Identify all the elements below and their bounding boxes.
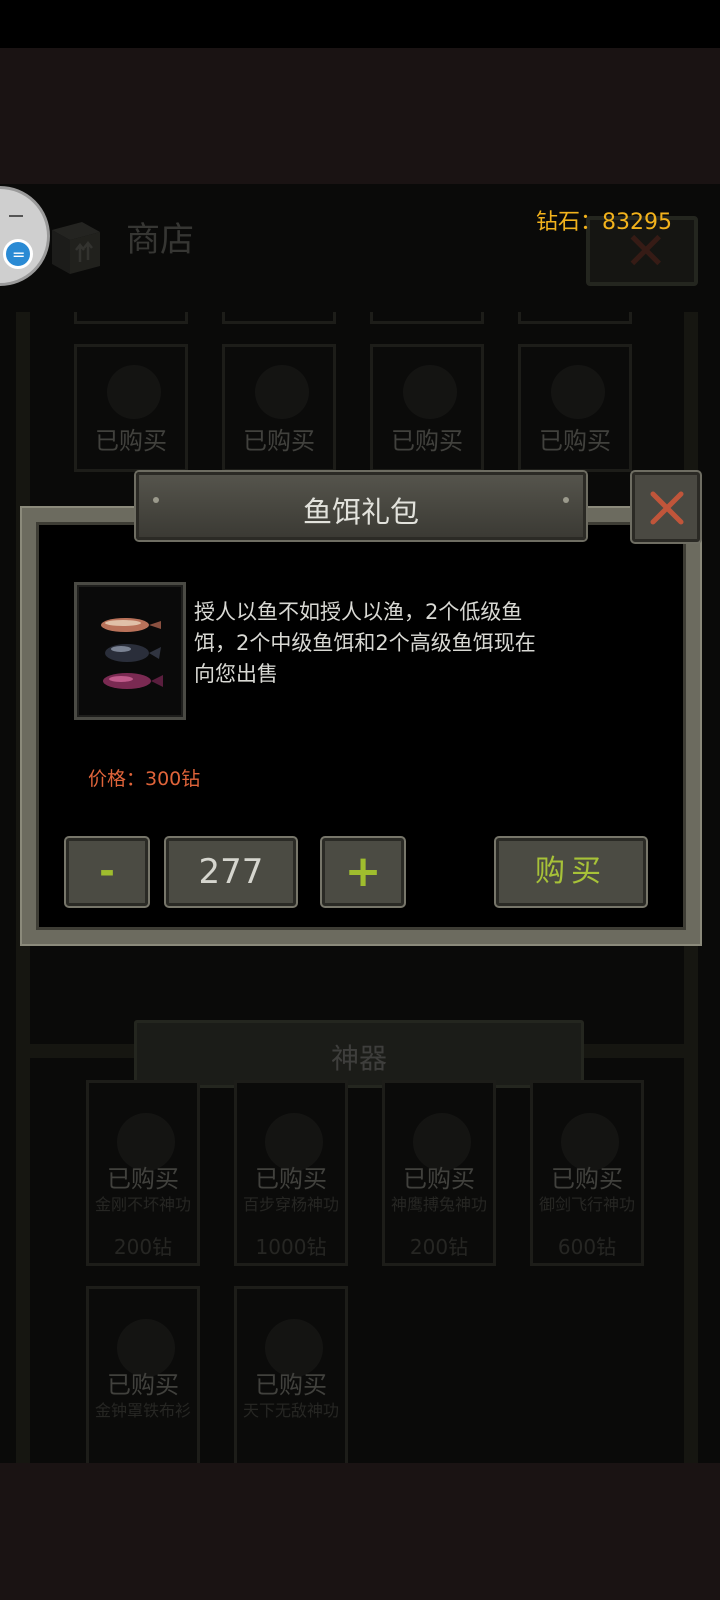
bought-label: 已购买 xyxy=(107,1165,179,1193)
quantity-value: 277 xyxy=(198,852,264,892)
shop-card[interactable]: 已购买 xyxy=(222,344,336,472)
artifact-card[interactable]: 已购买 天下无敌神功 xyxy=(234,1286,348,1463)
artifact-card[interactable]: 已购买神鹰搏兔神功 200钻 xyxy=(382,1080,496,1266)
bought-label: 已购买 xyxy=(107,1371,179,1399)
item-icon xyxy=(255,365,309,419)
status-bar xyxy=(0,0,720,48)
bought-label: 已购买 xyxy=(243,427,315,455)
artifact-price: 200钻 xyxy=(409,1235,469,1259)
buy-label: 购买 xyxy=(535,854,607,889)
section2-banner: 神器 xyxy=(134,1020,584,1088)
plus-label: + xyxy=(344,846,382,897)
shop-card[interactable]: 已购买 xyxy=(370,344,484,472)
artifact-price: 600钻 xyxy=(557,1235,617,1259)
card-top-edge xyxy=(518,312,632,324)
shop-card[interactable]: 已购买 xyxy=(518,344,632,472)
section2-title: 神器 xyxy=(330,1042,387,1075)
minus-label: - xyxy=(99,849,115,893)
item-icon xyxy=(551,365,605,419)
artifact-name: 神鹰搏兔神功 xyxy=(390,1195,487,1214)
buy-button[interactable]: 购买 xyxy=(496,838,646,906)
bought-label: 已购买 xyxy=(95,427,167,455)
artifact-name: 金刚不坏神功 xyxy=(94,1195,191,1214)
assistant-bubble-icon: = xyxy=(3,239,33,269)
card-top-edge xyxy=(370,312,484,324)
artifact-price: 1000钻 xyxy=(255,1235,327,1259)
dialog-close-button[interactable] xyxy=(632,472,700,542)
dialog-title-banner: 鱼饵礼包 xyxy=(136,472,586,540)
bought-label: 已购买 xyxy=(391,427,463,455)
bought-label: 已购买 xyxy=(551,1165,623,1193)
bought-label: 已购买 xyxy=(255,1371,327,1399)
decrease-quantity-button[interactable]: - xyxy=(66,838,148,906)
item-description: 授人以鱼不如授人以渔，2个低级鱼饵，2个中级鱼饵和2个高级鱼饵现在向您出售 xyxy=(194,600,536,686)
artifact-name: 百步穿杨神功 xyxy=(242,1195,339,1214)
artifact-card[interactable]: 已购买 金钟罩铁布衫 xyxy=(86,1286,200,1463)
shop-card[interactable]: 已购买 xyxy=(74,344,188,472)
bought-label: 已购买 xyxy=(539,427,611,455)
card-top-edge xyxy=(222,312,336,324)
bottom-letterbox xyxy=(0,1463,720,1600)
bought-label: 已购买 xyxy=(403,1165,475,1193)
artifact-card[interactable]: 已购买金刚不坏神功 200钻 xyxy=(86,1080,200,1266)
item-thumbnail xyxy=(74,582,186,720)
item-icon xyxy=(107,365,161,419)
artifact-name: 天下无敌神功 xyxy=(242,1401,339,1420)
quantity-field[interactable]: 277 xyxy=(166,838,296,906)
artifact-price: 200钻 xyxy=(113,1235,173,1259)
top-letterbox xyxy=(0,48,720,184)
item-icon xyxy=(403,365,457,419)
artifact-name: 御剑飞行神功 xyxy=(538,1195,635,1214)
artifact-card[interactable]: 已购买百步穿杨神功 1000钻 xyxy=(234,1080,348,1266)
artifact-name: 金钟罩铁布衫 xyxy=(94,1401,191,1420)
dialog-title: 鱼饵礼包 xyxy=(302,495,419,529)
close-icon xyxy=(650,491,684,525)
shop-box-icon xyxy=(52,222,100,274)
diamond-balance: 钻石：83295 xyxy=(536,210,672,235)
shop-title: 商店 xyxy=(126,220,194,260)
card-top-edge xyxy=(74,312,188,324)
minimize-icon xyxy=(9,215,23,217)
item-price: 价格：300钻 xyxy=(88,768,201,790)
increase-quantity-button[interactable]: + xyxy=(322,838,404,906)
artifact-card[interactable]: 已购买御剑飞行神功 600钻 xyxy=(530,1080,644,1266)
bought-label: 已购买 xyxy=(255,1165,327,1193)
game-area: 商店 ✕ 已购买 已购买 已购买 已购买 神器 已购买 金刚不坏神功 200钻 已购… xyxy=(0,184,720,1463)
fishing-lure-icon xyxy=(101,618,163,689)
